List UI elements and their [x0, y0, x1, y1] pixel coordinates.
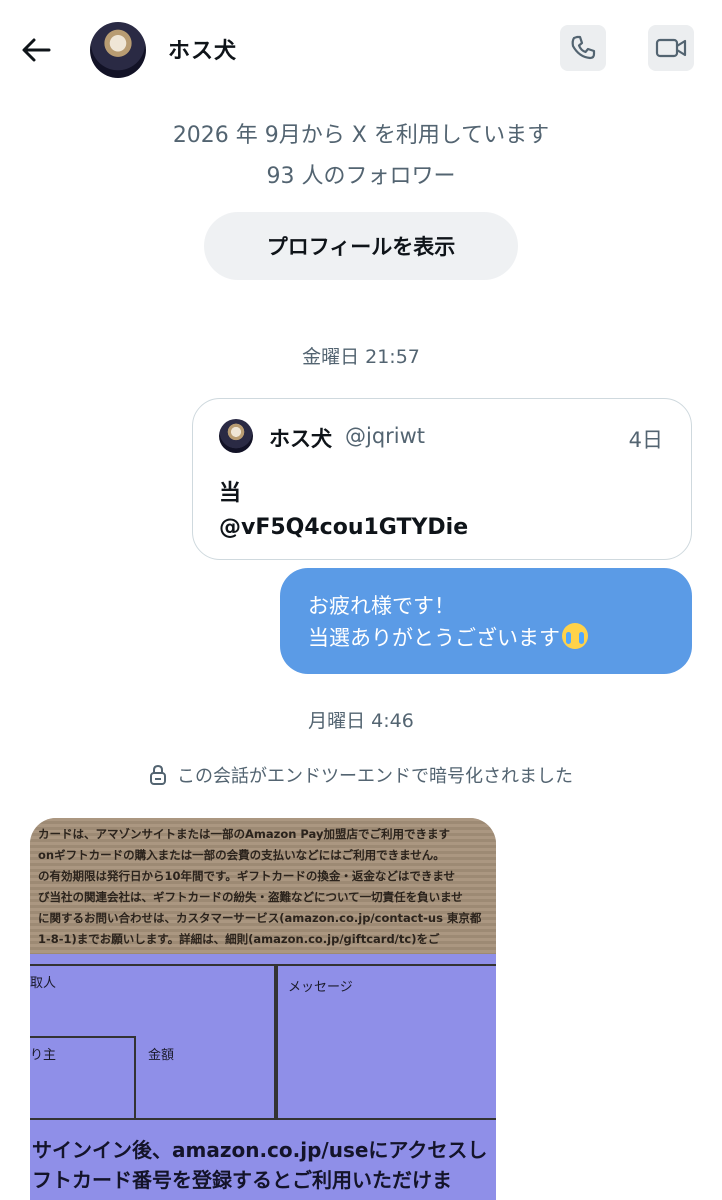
- gift-card-form: 取人 メッセージ り主 金額 サインイン後、amazon.co.jp/useにア…: [30, 954, 496, 1200]
- encryption-notice-text: この会話がエンドツーエンドで暗号化されました: [177, 766, 573, 787]
- message-line-2: 当選ありがとうございます: [308, 626, 560, 650]
- message-line-2-row: 当選ありがとうございます: [308, 622, 672, 654]
- quoted-post-line-1: 当: [219, 481, 242, 506]
- contact-name[interactable]: ホス犬: [168, 33, 237, 65]
- card-text-line: カードは、アマゾンサイトまたは一部のAmazon Pay加盟店でご利用できます: [38, 827, 450, 841]
- video-camera-icon: [655, 38, 687, 58]
- phone-icon: [571, 35, 596, 60]
- instruction-line-1: サインイン後、amazon.co.jp/useにアクセスし: [32, 1138, 488, 1162]
- crying-face-emoji-icon: [562, 623, 588, 649]
- gift-card-back: カードは、アマゾンサイトまたは一部のAmazon Pay加盟店でご利用できます …: [30, 818, 496, 956]
- card-text-line: 1-8-1)までお願いします。詳細は、細則(amazon.co.jp/giftc…: [38, 932, 440, 946]
- card-text-line: onギフトカードの購入または一部の会費の支払いなどにはご利用できません。: [38, 848, 445, 862]
- arrow-left-icon: [22, 38, 51, 62]
- avatar[interactable]: [90, 22, 146, 78]
- sender-label: り主: [30, 1048, 57, 1063]
- message-line-1: お疲れ様です！: [308, 594, 455, 618]
- amount-label: 金額: [148, 1048, 175, 1063]
- recipient-label: 取人: [30, 976, 57, 991]
- quoted-post-handle: @jqriwt: [345, 424, 426, 448]
- message-timestamp: 月曜日 4:46: [308, 710, 414, 732]
- back-button[interactable]: [16, 30, 56, 70]
- card-text-line: に関するお問い合わせは、カスタマーサービス(amazon.co.jp/conta…: [38, 911, 482, 925]
- quoted-post-author: ホス犬: [269, 427, 332, 451]
- lock-icon: [150, 764, 166, 785]
- encryption-notice: この会話がエンドツーエンドで暗号化されました: [0, 762, 722, 788]
- card-text-line: の有効期限は発行日から10年間です。ギフトカードの換金・返金などはできませ: [38, 869, 456, 883]
- quoted-post-card[interactable]: ホス犬 @jqriwt 4日 当 @vF5Q4cou1GTYDie: [192, 398, 692, 560]
- view-profile-button[interactable]: プロフィールを表示: [204, 212, 518, 280]
- instruction-line-2: フトカード番号を登録するとご利用いただけま: [32, 1168, 452, 1192]
- card-text-line: び当社の関連会社は、ギフトカードの紛失・盗難などについて一切責任を負いませ: [38, 890, 463, 904]
- quoted-post-text: 当 @vF5Q4cou1GTYDie: [219, 477, 468, 545]
- followers-count-text: 93 人のフォロワー: [266, 164, 456, 189]
- chat-header: ホス犬: [0, 0, 722, 100]
- sent-message-bubble[interactable]: お疲れ様です！ 当選ありがとうございます: [280, 568, 692, 674]
- quoted-post-line-2: @vF5Q4cou1GTYDie: [219, 515, 469, 540]
- message-timestamp: 金曜日 21:57: [302, 346, 420, 368]
- member-since-text: 2026 年 9月から X を利用しています: [172, 123, 550, 148]
- message-label: メッセージ: [288, 980, 353, 995]
- call-button[interactable]: [560, 25, 606, 71]
- quoted-post-avatar: [219, 419, 253, 453]
- photo-message[interactable]: カードは、アマゾンサイトまたは一部のAmazon Pay加盟店でご利用できます …: [30, 818, 496, 1200]
- video-call-button[interactable]: [648, 25, 694, 71]
- quoted-post-date: 4日: [628, 428, 663, 452]
